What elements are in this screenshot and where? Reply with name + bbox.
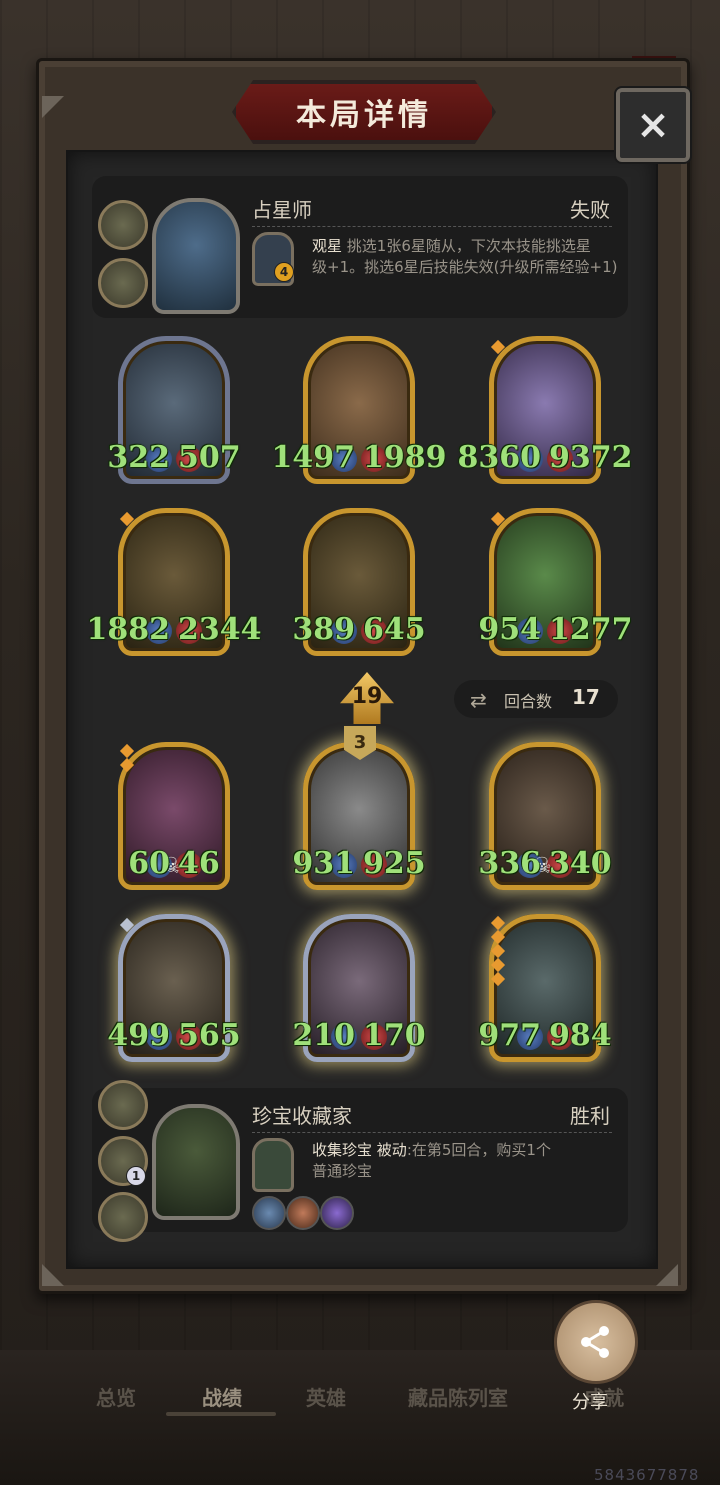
buff-icon[interactable] [320, 1196, 354, 1230]
attack-value: 499 [107, 1018, 170, 1053]
minion-card[interactable]: 954 1277 [478, 508, 633, 658]
skill-desc-line2: 级+1。挑选6星后技能失效(升级所需经验+1) [312, 258, 618, 276]
turn-marker: 19 [351, 684, 383, 709]
minion-card[interactable]: 322 507 [107, 336, 241, 486]
match-result: 失败 [570, 198, 610, 222]
user-id: 5843677878 [594, 1466, 700, 1484]
minion-card[interactable]: ☠ 60 46 [118, 742, 230, 892]
attack-value: 336 [478, 846, 541, 881]
health-value: 645 [363, 612, 426, 647]
skill-level-badge: 4 [274, 262, 294, 282]
health-value: 340 [549, 846, 612, 881]
attack-value: 60 [128, 846, 170, 881]
minion-card[interactable]: 499 565 [107, 914, 241, 1064]
round-label: 回合数 [504, 692, 553, 711]
minion-card[interactable]: ☠ 336 340 [478, 742, 612, 892]
tab-collection[interactable]: 藏品陈列室 [408, 1382, 508, 1411]
health-value: 46 [178, 846, 220, 881]
hero-name: 占星师 [252, 198, 312, 222]
attack-value: 389 [292, 612, 355, 647]
attack-value: 977 [478, 1018, 541, 1053]
skill-description: 收集珍宝 被动:在第5回合，购买1个 普通珍宝 [312, 1140, 622, 1182]
share-label: 分享 [572, 1392, 608, 1413]
dialog-title: 本局详情 [296, 98, 432, 133]
share-icon [581, 1326, 609, 1358]
health-value: 9372 [549, 440, 633, 475]
health-value: 1989 [363, 440, 447, 475]
skill-type: 被动 [376, 1141, 407, 1159]
tab-overview[interactable]: 总览 [96, 1382, 136, 1411]
skill-name: 观星 [312, 237, 343, 255]
attack-value: 1882 [86, 612, 171, 647]
health-value: 565 [178, 1018, 241, 1053]
minion-card[interactable]: 210 170 [292, 914, 426, 1064]
cycle-icon: ⇄ [470, 688, 487, 712]
health-value: 170 [363, 1018, 426, 1053]
round-counter: ⇄ 回合数 17 [454, 680, 618, 718]
treasure-icon[interactable] [98, 1192, 148, 1242]
attack-value: 931 [292, 846, 355, 881]
divider [252, 1132, 612, 1133]
divider [252, 226, 612, 227]
skill-description: 观星 挑选1张6星随从，下次本技能挑选星 级+1。挑选6星后技能失效(升级所需经… [312, 236, 622, 278]
title-banner: 本局详情 [232, 80, 496, 144]
skill-icon[interactable] [252, 1138, 294, 1192]
buff-icon[interactable] [286, 1196, 320, 1230]
minion-card[interactable]: 977 984 [478, 914, 612, 1064]
active-tab-indicator [166, 1412, 276, 1416]
skill-desc-line1: 挑选1张6星随从，下次本技能挑选星 [346, 237, 591, 255]
match-result: 胜利 [570, 1104, 610, 1128]
health-value: 984 [549, 1018, 612, 1053]
close-icon: × [636, 102, 670, 148]
hero-name: 珍宝收藏家 [252, 1104, 352, 1128]
tab-record[interactable]: 战绩 [202, 1382, 242, 1411]
share-button[interactable] [554, 1300, 638, 1384]
minion-card[interactable]: 8360 9372 [458, 336, 633, 486]
attack-value: 8360 [457, 440, 542, 475]
health-value: 1277 [549, 612, 633, 647]
treasure-icon[interactable] [98, 1080, 148, 1130]
minion-card[interactable]: 389 645 [292, 508, 426, 658]
skill-name: 收集珍宝 [312, 1141, 373, 1159]
opponent-hero-box: 占星师 失败 4 观星 挑选1张6星随从，下次本技能挑选星 级+1。挑选6星后技… [92, 176, 628, 318]
attack-value: 954 [478, 612, 541, 647]
skill-desc-line1: :在第5回合，购买1个 [406, 1141, 551, 1159]
skill-desc-line2: 普通珍宝 [312, 1162, 373, 1180]
minion-card[interactable]: 931 925 [292, 742, 426, 892]
attack-value: 322 [107, 440, 170, 475]
health-value: 2344 [178, 612, 262, 647]
astrologer-portrait[interactable] [152, 198, 240, 314]
treasure-count-badge: 1 [126, 1166, 146, 1186]
buff-icon[interactable] [252, 1196, 286, 1230]
player-hero-box: 1 珍宝收藏家 胜利 收集珍宝 被动:在第5回合，购买1个 普通珍宝 [92, 1080, 628, 1242]
collector-portrait[interactable] [152, 1104, 240, 1220]
attack-value: 1497 [271, 440, 356, 475]
minion-card[interactable]: 1882 2344 [87, 508, 262, 658]
minion-card[interactable]: 1497 1989 [272, 336, 447, 486]
close-button[interactable]: × [616, 88, 690, 162]
health-value: 925 [363, 846, 426, 881]
treasure-icon[interactable] [98, 200, 148, 250]
attack-value: 210 [292, 1018, 355, 1053]
tab-heroes[interactable]: 英雄 [306, 1382, 346, 1411]
health-value: 507 [178, 440, 241, 475]
treasure-icon[interactable] [98, 258, 148, 308]
round-value: 17 [572, 685, 600, 709]
